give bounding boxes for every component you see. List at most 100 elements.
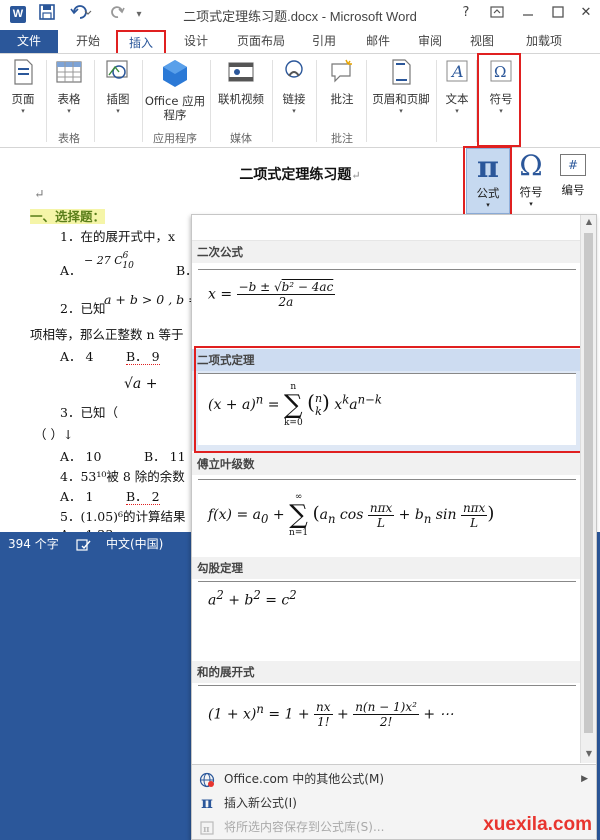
tab-view[interactable]: 视图: [464, 30, 500, 53]
tab-mailings[interactable]: 邮件: [360, 30, 396, 53]
equation-item-quadratic[interactable]: 二次公式 x = −b ± √b² − 4ac 2a: [192, 241, 582, 345]
maximize-icon[interactable]: [545, 5, 571, 23]
ribbon-separator: [210, 60, 211, 142]
link-icon: [276, 58, 312, 89]
question-5: 5．(1.05)⁶的计算结果: [60, 509, 186, 524]
page-button[interactable]: 页面 ▾: [4, 58, 42, 116]
undo-icon[interactable]: [66, 4, 96, 26]
question-2-line2: 项相等，那么正整数 n 等于: [30, 327, 184, 342]
equation-item-expansion[interactable]: 和的展开式 (1 + x)n = 1 + nx 1! + n(n − 1)x² 2!…: [192, 661, 582, 765]
word-count[interactable]: 394 个字: [8, 532, 59, 556]
equation-gallery: 二次公式 x = −b ± √b² − 4ac 2a 二项式定理 (x + a)n…: [191, 214, 597, 840]
ribbon-separator: [94, 60, 95, 142]
equation-category-label: 傅立叶级数: [192, 453, 582, 475]
tab-design[interactable]: 设计: [176, 30, 216, 53]
numbering-button[interactable]: # 编号: [556, 154, 590, 214]
question-3-paren: （ ）↓: [34, 427, 74, 442]
q4-option-a: A． 1: [60, 489, 94, 504]
question-3: 3．已知（: [60, 405, 118, 420]
ribbon-separator: [142, 60, 143, 142]
q4-option-b: B． 2: [126, 489, 160, 505]
q3-option-b: B． 11: [144, 449, 186, 464]
gallery-scrollbar[interactable]: ▲ ▼: [580, 215, 596, 763]
online-video-button[interactable]: 联机视频: [214, 58, 268, 106]
save-selection-icon: π: [198, 815, 216, 839]
tab-addins[interactable]: 加载项: [518, 30, 570, 53]
submenu-arrow-icon: ▶: [581, 774, 588, 784]
scroll-down-icon[interactable]: ▼: [581, 749, 596, 758]
equation-category-label: 勾股定理: [192, 557, 582, 579]
question-2: 2．已知: [60, 301, 106, 316]
more-equations-office-menu-item[interactable]: Office.com 中的其他公式(M) ▶: [192, 767, 596, 791]
office-globe-icon: [198, 767, 216, 791]
ribbon-display-icon[interactable]: [484, 5, 510, 23]
tab-insert[interactable]: 插入: [116, 30, 166, 53]
gallery-top: [192, 215, 582, 241]
q1-option-a-expr: − 27 C: [84, 254, 123, 267]
document-title: 二项式定理练习题: [239, 167, 352, 183]
window-title: 二项式定理练习题.docx - Microsoft Word: [183, 9, 417, 24]
ribbon: 页面 ▾ 表格 ▾ 表格 插图 ▾ Office 应用程序 应用程序 联机视频 …: [0, 53, 600, 148]
q5-option-a: A． 1.23: [60, 524, 113, 532]
group-label-comments: 批注: [331, 132, 353, 145]
paragraph-mark: ↵: [34, 186, 45, 201]
proofing-icon[interactable]: [76, 532, 92, 556]
save-icon[interactable]: [36, 4, 58, 26]
links-button[interactable]: 链接 ▾: [276, 58, 312, 116]
close-icon[interactable]: ✕: [573, 5, 599, 20]
ribbon-separator: [366, 60, 367, 142]
group-label-apps: 应用程序: [153, 132, 197, 145]
table-button[interactable]: 表格 ▾: [50, 58, 88, 116]
insert-new-equation-menu-item[interactable]: π 插入新公式(I): [192, 791, 596, 815]
equation-preview-pythagorean: a2 + b2 = c2: [208, 588, 297, 609]
svg-text:A: A: [450, 62, 464, 81]
text-button[interactable]: A 文本 ▾: [440, 58, 474, 116]
symbol-button[interactable]: Ω 符号 ▾: [514, 150, 548, 214]
illustrations-button[interactable]: 插图 ▾: [98, 58, 138, 116]
tab-references[interactable]: 引用: [306, 30, 342, 53]
question-4: 4．53¹⁰被 8 除的余数: [60, 469, 185, 484]
equation-item-pythagorean[interactable]: 勾股定理 a2 + b2 = c2: [192, 557, 582, 661]
redo-icon[interactable]: [106, 4, 130, 26]
minimize-icon[interactable]: [515, 5, 541, 23]
header-footer-icon: [368, 58, 434, 89]
title-bar: W ▾ 二项式定理练习题.docx - Microsoft Word ? ✕: [0, 0, 600, 30]
table-icon: [50, 58, 88, 89]
q2-option-b: B． 9: [126, 349, 160, 365]
language-indicator[interactable]: 中文(中国): [106, 532, 163, 556]
equation-item-fourier[interactable]: 傅立叶级数 f(x) = a0 + ∞ ∑ n=1 (an cos nπx L + b…: [192, 453, 582, 557]
scroll-up-icon[interactable]: ▲: [581, 217, 596, 226]
group-label-table: 表格: [58, 132, 80, 145]
equation-preview-expansion: (1 + x)n = 1 + nx 1! + n(n − 1)x² 2! + ⋯: [208, 700, 454, 729]
comment-button[interactable]: 批注: [320, 58, 364, 106]
equation-highlight-frame: [463, 146, 512, 217]
tab-page-layout[interactable]: 页面布局: [230, 30, 292, 53]
ribbon-separator: [316, 60, 317, 142]
equation-category-label: 和的展开式: [192, 661, 582, 683]
tab-home[interactable]: 开始: [68, 30, 108, 53]
pi-icon: π: [201, 793, 213, 812]
equation-category-label: 二次公式: [192, 241, 582, 263]
q1-option-a: A．: [60, 263, 82, 278]
equation-preview-quadratic: x = −b ± √b² − 4ac 2a: [208, 280, 336, 309]
comment-icon: [320, 58, 364, 89]
office-apps-button[interactable]: Office 应用程序: [144, 58, 206, 122]
video-icon: [214, 58, 268, 89]
ribbon-separator: [272, 60, 273, 142]
customize-qat-icon[interactable]: ▾: [132, 4, 146, 26]
q2-option-a: A． 4: [60, 349, 94, 364]
omega-icon: Ω: [519, 149, 543, 182]
tab-file[interactable]: 文件: [0, 30, 58, 53]
help-icon[interactable]: ?: [453, 5, 479, 20]
page-icon: [4, 58, 42, 89]
ribbon-separator: [46, 60, 47, 142]
watermark: xuexila.com: [483, 814, 592, 835]
office-store-icon: [144, 58, 206, 91]
header-footer-button[interactable]: 页眉和页脚 ▾: [368, 58, 434, 116]
text-icon: A: [440, 58, 474, 89]
scroll-thumb[interactable]: [584, 233, 593, 733]
tab-review[interactable]: 审阅: [412, 30, 448, 53]
question-1: 1．在的展开式中，x: [60, 229, 176, 244]
word-app-icon[interactable]: W: [10, 6, 26, 23]
svg-text:π: π: [203, 825, 210, 835]
